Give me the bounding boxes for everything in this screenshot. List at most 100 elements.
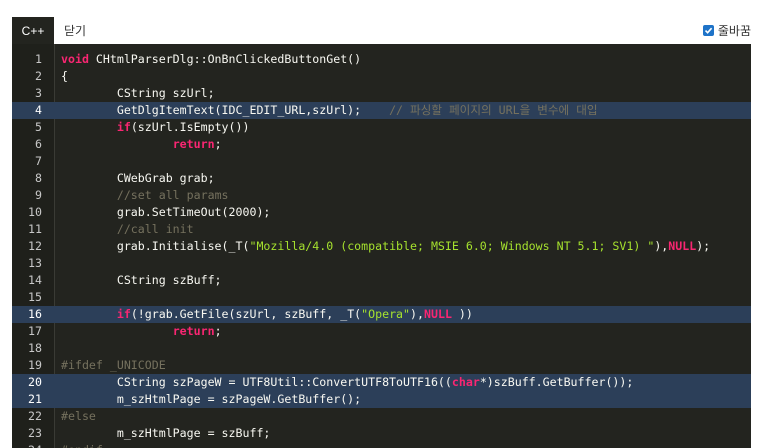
code-token: void [61,52,89,66]
line-wrap-label: 줄바꿈 [717,24,751,38]
code-token: "Mozilla/4.0 (compatible; MSIE 6.0; Wind… [249,239,655,253]
code-line: 20 CString szPageW = UTF8Util::ConvertUT… [12,374,751,391]
line-number: 9 [35,188,42,202]
line-code: m_szHtmlPage = szPageW.GetBuffer(); [61,391,361,408]
code-token: return [172,324,215,338]
close-button-label: 닫기 [64,24,87,38]
code-line: 15 [12,289,751,306]
line-wrap-checkbox[interactable] [702,25,714,36]
code-block: 1 void CHtmlParserDlg::OnBnClickedButtonG… [12,44,751,448]
code-token: (!grab.GetFile(szUrl, szBuff, _T( [130,307,362,321]
code-token: NULL [668,239,697,253]
code-token: (szUrl.IsEmpty()) [130,120,250,134]
line-code: #else [61,408,96,425]
checkmark-icon [704,27,713,34]
code-line: 24 #endif [12,442,751,448]
line-number: 14 [28,273,42,287]
line-number: 23 [28,426,42,440]
line-code: CString szBuff; [61,272,222,289]
code-token: ), [654,239,669,253]
code-line: 7 [12,153,751,170]
code-token: NULL [424,307,452,321]
code-line: 3 CString szUrl; [12,85,751,102]
line-number: 22 [28,409,42,423]
code-token: return [172,137,215,151]
line-number: 5 [35,120,42,134]
line-code: #ifdef _UNICODE [61,357,166,374]
code-line: 21 m_szHtmlPage = szPageW.GetBuffer(); [12,391,751,408]
code-line: 22 #else [12,408,751,425]
code-token: CHtmlParserDlg::OnBnClickedButtonGet() [88,52,362,66]
code-token: char [451,375,480,389]
code-token: grab.Initialise(_T( [61,239,250,253]
line-number: 3 [35,86,42,100]
line-code: GetDlgItemText(IDC_EDIT_URL,szUrl); // 파… [61,102,598,119]
language-tab[interactable]: C++ [12,17,54,44]
line-number: 1 [35,52,42,66]
line-code: return; [61,136,222,153]
code-line: 12 grab.Initialise(_T("Mozilla/4.0 (comp… [12,238,751,255]
code-line: 6 return; [12,136,751,153]
code-token: // 파싱할 페이지의 URL을 변수에 대입 [389,103,598,117]
close-button[interactable]: 닫기 [64,17,86,44]
code-line: 23 m_szHtmlPage = szBuff; [12,425,751,442]
line-number: 13 [28,256,42,270]
line-code: //call init [61,221,194,238]
line-number: 17 [28,324,42,338]
code-token: { [61,69,68,83]
code-token: CString szUrl; [61,86,215,100]
line-wrap-toggle[interactable]: 줄바꿈 [702,17,751,44]
line-code: CString szUrl; [61,85,215,102]
line-number: 21 [28,392,42,406]
line-number: 2 [35,69,42,83]
code-token: "Opera" [361,307,411,321]
code-token: m_szHtmlPage = szBuff; [61,426,271,440]
code-token: CString szBuff; [61,273,222,287]
code-token: m_szHtmlPage = szPageW.GetBuffer(); [61,392,362,406]
code-line: 16 if(!grab.GetFile(szUrl, szBuff, _T("O… [12,306,751,323]
line-number: 10 [28,205,42,219]
line-number: 4 [35,103,42,117]
code-token: #ifdef _UNICODE [61,358,166,372]
code-line: 14 CString szBuff; [12,272,751,289]
code-line: 17 return; [12,323,751,340]
line-number: 16 [28,307,42,321]
line-number: 7 [35,154,42,168]
line-number: 8 [35,171,42,185]
code-line: 8 CWebGrab grab; [12,170,751,187]
code-token: CWebGrab grab; [61,171,215,185]
line-number: 15 [28,290,42,304]
line-number: 18 [28,341,42,355]
line-code: //set all params [61,187,229,204]
line-number: 20 [28,375,42,389]
code-token: //call init [116,222,194,236]
code-token: CString szPageW = UTF8Util::ConvertUTF8T… [61,375,452,389]
code-token: ; [214,324,222,338]
code-token: #else [61,409,96,423]
line-code: void CHtmlParserDlg::OnBnClickedButtonGe… [61,51,361,68]
line-code: if(szUrl.IsEmpty()) [61,119,250,136]
line-code: CWebGrab grab; [61,170,215,187]
line-code: #endif [61,442,103,448]
code-token: ), [410,307,424,321]
line-code: CString szPageW = UTF8Util::ConvertUTF8T… [61,374,634,391]
line-code: grab.Initialise(_T("Mozilla/4.0 (compati… [61,238,710,255]
code-line: 10 grab.SetTimeOut(2000); [12,204,751,221]
code-line: 13 [12,255,751,272]
language-tab-label: C++ [21,23,45,38]
line-code: if(!grab.GetFile(szUrl, szBuff, _T("Oper… [61,306,473,323]
code-line: 9 //set all params [12,187,751,204]
line-code: m_szHtmlPage = szBuff; [61,425,271,442]
code-token: ); [696,239,711,253]
line-code: return; [61,323,222,340]
code-line: 19 #ifdef _UNICODE [12,357,751,374]
code-toolbar: C++ 닫기 줄바꿈 [12,17,751,44]
line-number: 11 [28,222,42,236]
code-token: #endif [61,443,103,448]
line-code: { [61,68,68,85]
